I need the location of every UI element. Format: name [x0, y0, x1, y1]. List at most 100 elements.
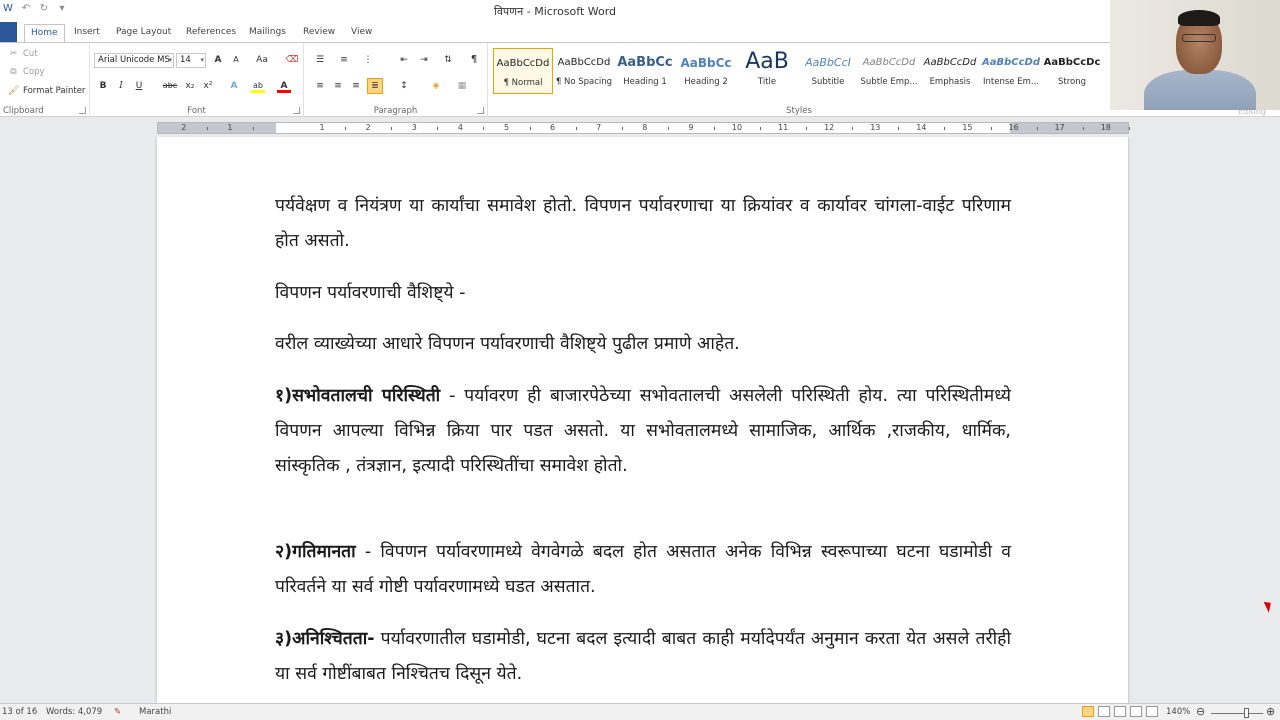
style-heading-2[interactable]: AaBbCc Heading 2 — [676, 48, 736, 94]
increase-indent-icon[interactable]: ⇥ — [416, 52, 432, 68]
tab-page-layout[interactable]: Page Layout — [110, 24, 177, 42]
subscript-button[interactable]: x₂ — [182, 78, 198, 94]
paragraph-heading[interactable]: विपणन पर्यावरणाची वैशिष्ट्ये - — [275, 276, 1011, 311]
strikethrough-button[interactable]: abc — [160, 78, 180, 94]
ruler-tick — [206, 127, 208, 130]
superscript-button[interactable]: x² — [200, 78, 216, 94]
line-spacing-icon[interactable]: ↕ — [396, 78, 412, 94]
style-name: Title — [757, 77, 777, 87]
style-title[interactable]: AaB Title — [737, 48, 797, 94]
align-center-icon[interactable]: ≡ — [330, 78, 346, 94]
borders-icon[interactable]: ▦ — [454, 78, 470, 94]
tab-home[interactable]: Home — [24, 24, 65, 42]
multilevel-list-icon[interactable]: ⋮ — [360, 52, 376, 68]
ruler-tick — [713, 127, 715, 130]
paragraph-1[interactable]: पर्यवेक्षण व नियंत्रण या कार्यांचा समावे… — [275, 189, 1011, 259]
zoom-slider-track[interactable] — [1211, 713, 1263, 714]
styles-group: AaBbCcDd ¶ Normal AaBbCcDd ¶ No Spacing … — [488, 43, 1110, 117]
ruler-tick — [852, 127, 854, 130]
style-no-spacing[interactable]: AaBbCcDd ¶ No Spacing — [554, 48, 614, 94]
tab-review[interactable]: Review — [297, 24, 341, 42]
horizontal-ruler[interactable]: 2 1 1 2 3 4 5 6 7 8 9 10 11 12 13 14 15 16 17 18 — [157, 122, 1130, 134]
style-preview: AaBbCcDd — [982, 57, 1040, 68]
grow-font-button[interactable]: A — [210, 52, 226, 68]
clipboard-launcher-icon[interactable] — [79, 107, 86, 114]
ruler-tick — [621, 127, 623, 130]
highlight-button[interactable]: ab — [250, 78, 266, 94]
font-name-value: Arial Unicode MS — [98, 55, 170, 65]
style-strong[interactable]: AaBbCcDc Strong — [1042, 48, 1102, 94]
font-name-combo[interactable]: Arial Unicode MS ▾ — [94, 53, 174, 68]
shrink-font-button[interactable]: A — [228, 52, 244, 68]
show-formatting-button[interactable]: ¶ — [466, 52, 482, 68]
title-bar: W ↶ ↻ ▾ विपणन - Microsoft Word — [0, 0, 1110, 23]
style-heading-1[interactable]: AaBbCc Heading 1 — [615, 48, 675, 94]
webcam-overlay — [1110, 0, 1280, 110]
font-color-button[interactable]: A — [276, 78, 292, 94]
styles-group-label: Styles — [786, 106, 812, 116]
paragraph-5[interactable]: २)गतिमानता - विपणन पर्यावरणामध्ये वेगवेग… — [275, 535, 1011, 605]
zoom-out-icon[interactable]: ⊖ — [1196, 705, 1205, 718]
ruler-number: 17 — [1054, 123, 1065, 132]
ruler-tick — [760, 127, 762, 130]
ruler-tick — [990, 127, 992, 130]
language-indicator[interactable]: Marathi — [139, 707, 171, 717]
paragraph-6[interactable]: ३)अनिश्चितता- पर्यावरणातील घडामोडी, घटना… — [275, 622, 1011, 692]
change-case-button[interactable]: Aa — [252, 52, 272, 68]
paragraph-3[interactable]: वरील व्याख्येच्या आधारे विपणन पर्यावरणाच… — [275, 327, 1011, 362]
zoom-level[interactable]: 140% — [1166, 707, 1190, 717]
window-title: विपणन - Microsoft Word — [493, 5, 617, 18]
italic-button[interactable]: I — [113, 78, 129, 94]
font-launcher-icon[interactable] — [293, 107, 300, 114]
tab-insert[interactable]: Insert — [68, 24, 106, 42]
paragraph-launcher-icon[interactable] — [477, 107, 484, 114]
justify-icon[interactable]: ≣ — [367, 78, 383, 94]
shading-icon[interactable]: ◈ — [428, 78, 444, 94]
zoom-in-icon[interactable]: ⊕ — [1266, 705, 1275, 718]
align-left-icon[interactable]: ≡ — [312, 78, 328, 94]
draft-view-button[interactable] — [1146, 706, 1158, 717]
ruler-tick — [1128, 127, 1130, 130]
proofing-icon[interactable]: ✎ — [114, 707, 121, 717]
underline-button[interactable]: U — [131, 78, 147, 94]
full-screen-reading-view-button[interactable] — [1098, 706, 1110, 717]
ruler-number: 2 — [365, 123, 371, 132]
tab-view[interactable]: View — [345, 24, 378, 42]
decrease-indent-icon[interactable]: ⇤ — [396, 52, 412, 68]
numbering-icon[interactable]: ≡ — [336, 52, 352, 68]
tab-references[interactable]: References — [180, 24, 242, 42]
paragraph-4[interactable]: १)सभोवतालची परिस्थिती - पर्यावरण ही बाजा… — [275, 379, 1011, 484]
cut-button[interactable]: ✂ Cut — [8, 49, 38, 59]
bold-button[interactable]: B — [95, 78, 111, 94]
style-name: Strong — [1057, 77, 1087, 87]
bullets-icon[interactable]: ☰ — [312, 52, 328, 68]
file-tab[interactable] — [0, 22, 17, 42]
tab-mailings[interactable]: Mailings — [243, 24, 292, 42]
word-count[interactable]: Words: 4,079 — [46, 707, 102, 717]
style-name: Intense Em... — [983, 77, 1039, 87]
style-subtitle[interactable]: AaBbCcI Subtitle — [798, 48, 858, 94]
web-layout-view-button[interactable] — [1114, 706, 1126, 717]
document-page[interactable]: पर्यवेक्षण व नियंत्रण या कार्यांचा समावे… — [157, 137, 1128, 703]
style-subtle-emphasis[interactable]: AaBbCcDd Subtle Emp... — [859, 48, 919, 94]
style-normal[interactable]: AaBbCcDd ¶ Normal — [493, 48, 553, 94]
text-effects-button[interactable]: A — [226, 78, 242, 94]
clear-formatting-icon[interactable]: ⌫ — [284, 52, 300, 68]
ruler-tick — [944, 127, 946, 130]
paragraph-group: ☰ ≡ ⋮ ⇤ ⇥ ⇅ ¶ ≡ ≡ ≡ ≣ ↕ ◈ ▦ Paragraph — [304, 43, 488, 117]
style-intense-emphasis[interactable]: AaBbCcDd Intense Em... — [981, 48, 1041, 94]
style-preview: AaBbCcDd — [557, 57, 611, 68]
ruler-number: 7 — [596, 123, 602, 132]
sort-icon[interactable]: ⇅ — [440, 52, 456, 68]
page-count[interactable]: 13 of 16 — [2, 707, 37, 717]
print-layout-view-button[interactable] — [1082, 706, 1094, 717]
zoom-slider-thumb[interactable] — [1243, 708, 1249, 718]
align-right-icon[interactable]: ≡ — [348, 78, 364, 94]
status-bar: 13 of 16 Words: 4,079 ✎ Marathi 140% ⊖ ⊕ — [0, 703, 1280, 720]
outline-view-button[interactable] — [1130, 706, 1142, 717]
font-size-combo[interactable]: 14 ▾ — [176, 53, 206, 68]
copy-button[interactable]: ⧉ Copy — [8, 67, 44, 77]
style-name: ¶ No Spacing — [555, 77, 613, 87]
style-emphasis[interactable]: AaBbCcDd Emphasis — [920, 48, 980, 94]
format-painter-button[interactable]: 🖌 Format Painter — [8, 86, 85, 96]
